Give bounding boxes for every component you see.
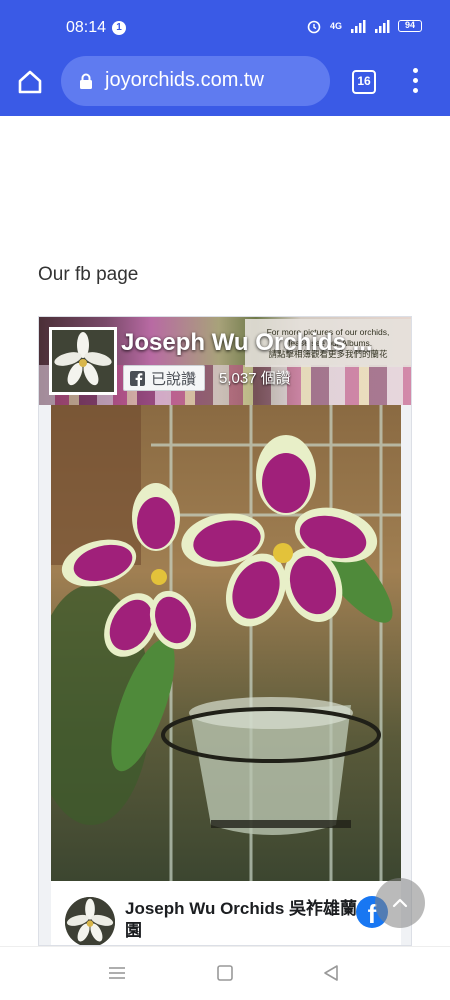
menu-lines-icon[interactable] [108, 965, 126, 981]
triangle-back-icon[interactable] [322, 965, 340, 981]
chevron-up-icon [392, 898, 408, 908]
signal-icon [351, 20, 366, 33]
timeline-post[interactable]: Joseph Wu Orchids 吳祚雄蘭園 f [51, 405, 401, 945]
page-avatar[interactable] [49, 327, 117, 395]
status-icons: 4G 94 [306, 18, 422, 34]
like-count: 5,037 個讚 [219, 370, 291, 387]
notification-badge: 1 [112, 21, 126, 35]
home-icon [18, 70, 42, 94]
alarm-icon [307, 20, 321, 34]
like-button-label: 已說讚 [151, 370, 197, 388]
orchid-logo-image [65, 897, 115, 945]
system-nav-bar [0, 946, 450, 1000]
browser-toolbar: joyorchids.com.tw 16 [0, 46, 450, 116]
url-text: joyorchids.com.tw [105, 69, 264, 91]
cover-photo[interactable]: For more pictures of our orchids, please… [39, 317, 411, 405]
facebook-icon [130, 370, 145, 386]
author-avatar[interactable] [65, 897, 115, 945]
page-name-link[interactable]: Joseph Wu Orchids ... [121, 329, 411, 357]
url-bar[interactable]: joyorchids.com.tw [61, 56, 330, 106]
signal-icon-2 [375, 20, 390, 33]
lock-icon [80, 73, 92, 89]
orchid-logo-image [52, 330, 114, 392]
tab-switcher-button[interactable]: 16 [352, 70, 376, 94]
scroll-to-top-button[interactable] [375, 878, 425, 928]
post-author-name[interactable]: Joseph Wu Orchids 吳祚雄蘭園 [125, 898, 365, 942]
status-time: 08:14 [66, 19, 107, 36]
post-author-row[interactable]: Joseph Wu Orchids 吳祚雄蘭園 f [51, 881, 401, 945]
orchid-photo-image [51, 405, 401, 881]
network-label: 4G [329, 21, 342, 31]
like-button[interactable]: 已說讚 [123, 365, 206, 391]
home-button[interactable] [16, 68, 44, 96]
square-icon[interactable] [216, 965, 234, 981]
section-title: Our fb page [38, 264, 139, 285]
facebook-page-plugin[interactable]: For more pictures of our orchids, please… [38, 316, 412, 946]
post-photo[interactable] [51, 405, 401, 881]
more-vert-icon[interactable] [405, 68, 425, 98]
battery-indicator: 94 [398, 20, 422, 32]
